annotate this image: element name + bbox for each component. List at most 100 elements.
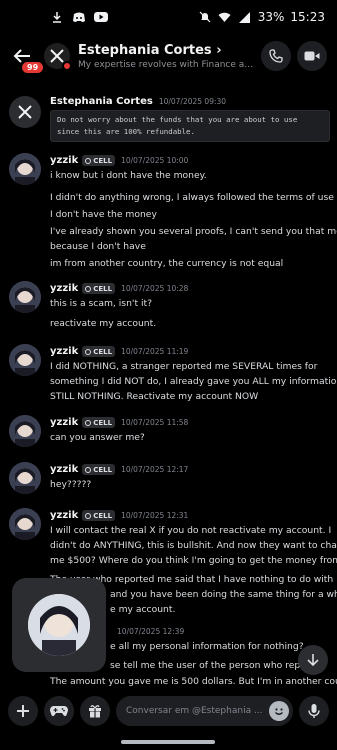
arrow-down-icon xyxy=(307,654,319,667)
message-text: this is a scam, isn't it? xyxy=(50,298,152,309)
user-avatar-image xyxy=(9,415,41,447)
plus-icon xyxy=(17,705,29,717)
message-text: e my account. xyxy=(110,604,176,615)
author-name[interactable]: yzzik xyxy=(50,155,78,166)
code-line: since this are 100% refundable. xyxy=(57,127,195,136)
message-header: yzzik CELL 10/07/2025 10:28 xyxy=(50,283,188,294)
wifi-icon xyxy=(218,11,232,23)
avatar[interactable] xyxy=(9,344,41,376)
video-camera-icon xyxy=(304,51,320,61)
author-name[interactable]: yzzik xyxy=(50,417,78,428)
timestamp: 10/07/2025 09:30 xyxy=(158,97,227,106)
author-name[interactable]: yzzik xyxy=(50,510,78,521)
floating-avatar-bubble[interactable] xyxy=(12,578,106,672)
message-header: 10/07/2025 12:39 xyxy=(115,627,184,636)
tag-icon xyxy=(85,466,92,473)
message-text: I will contact the real X if you do not … xyxy=(50,525,332,536)
download-icon xyxy=(50,11,64,23)
tag-icon xyxy=(85,419,92,426)
user-avatar-image xyxy=(9,344,41,376)
message-text: The amount you gave me is 500 dollars. B… xyxy=(50,676,337,687)
phone-icon xyxy=(269,49,283,63)
battery-level: 33% xyxy=(257,10,285,24)
user-avatar-image xyxy=(9,462,41,494)
smiley-icon xyxy=(275,708,283,715)
message-text: STILL NOTHING. Reactivate my account NOW xyxy=(50,391,259,402)
status-indicator xyxy=(62,61,72,71)
message-header: Estephania Cortes 10/07/2025 09:30 xyxy=(50,96,226,107)
timestamp: 10/07/2025 10:28 xyxy=(121,284,189,293)
emoji-button[interactable] xyxy=(269,701,289,721)
message-text: me $500? Where do you think I'm going to… xyxy=(50,555,337,566)
tag-icon xyxy=(85,512,92,519)
message-text: didn't do ANYTHING, this is bullshit. An… xyxy=(50,540,337,551)
gamepad-icon xyxy=(50,706,68,717)
avatar[interactable] xyxy=(9,153,41,185)
avatar[interactable] xyxy=(9,508,41,540)
server-tag: CELL xyxy=(82,155,116,166)
message-text: can you answer me? xyxy=(50,432,145,443)
user-avatar-image xyxy=(9,281,41,313)
author-name[interactable]: yzzik xyxy=(50,464,78,475)
avatar[interactable] xyxy=(9,415,41,447)
user-avatar-image xyxy=(9,508,41,540)
server-tag: CELL xyxy=(82,510,116,521)
message-text: something I did NOT do, I already gave y… xyxy=(50,376,337,387)
message-text: im from another country, the currency is… xyxy=(50,258,284,269)
avatar[interactable] xyxy=(44,43,72,71)
message-header: yzzik CELL 10/07/2025 12:31 xyxy=(50,510,188,521)
status-bar: 33% 15:23 xyxy=(0,0,337,34)
author-name[interactable]: yzzik xyxy=(50,346,78,357)
back-button[interactable]: 99 xyxy=(10,44,46,75)
unread-badge: 99 xyxy=(20,60,46,75)
avatar[interactable] xyxy=(9,281,41,313)
clock: 15:23 xyxy=(290,10,325,24)
activities-button[interactable] xyxy=(44,696,74,726)
microphone-icon xyxy=(308,704,320,718)
server-tag: CELL xyxy=(82,346,116,357)
avatar[interactable] xyxy=(9,462,41,494)
message-header: yzzik CELL 10/07/2025 10:00 xyxy=(50,155,188,166)
jump-to-bottom-button[interactable] xyxy=(298,645,328,675)
message-text: hey????? xyxy=(50,479,92,490)
message-text: I didn't do anything wrong, I always fol… xyxy=(50,192,334,203)
message-text: I don't have the money xyxy=(50,209,157,220)
timestamp: 10/07/2025 11:19 xyxy=(121,347,189,356)
avatar xyxy=(28,594,90,656)
message-input[interactable]: Conversar em @Estephania ... xyxy=(116,696,293,726)
message-header: yzzik CELL 10/07/2025 12:17 xyxy=(50,464,188,475)
author-name[interactable]: Estephania Cortes xyxy=(50,96,153,107)
signal-icon xyxy=(238,11,252,23)
message-text: I did NOTHING, a stranger reported me SE… xyxy=(50,361,318,372)
message-group: Estephania Cortes 10/07/2025 09:30 Do no… xyxy=(0,92,337,152)
message-text: i know but i dont have the money. xyxy=(50,170,207,181)
message-header: yzzik CELL 10/07/2025 11:58 xyxy=(50,417,188,428)
tag-icon xyxy=(85,348,92,355)
youtube-icon xyxy=(94,11,108,23)
x-logo-icon xyxy=(18,105,32,119)
timestamp: 10/07/2025 12:31 xyxy=(121,511,189,520)
video-call-button[interactable] xyxy=(297,41,327,71)
voice-message-button[interactable] xyxy=(299,696,329,726)
message-header: yzzik CELL 10/07/2025 11:19 xyxy=(50,346,188,357)
voice-call-button[interactable] xyxy=(261,41,291,71)
tag-icon xyxy=(85,157,92,164)
tag-icon xyxy=(85,285,92,292)
gift-button[interactable] xyxy=(80,696,110,726)
message-text: and you have been doing the same thing f… xyxy=(110,589,337,600)
code-block: Do not worry about the funds that you ar… xyxy=(50,110,330,142)
mute-icon xyxy=(198,11,212,23)
code-line: Do not worry about the funds that you ar… xyxy=(57,115,298,124)
channel-header: 99 Estephania Cortes › My expertise revo… xyxy=(0,34,337,78)
home-indicator[interactable] xyxy=(121,740,215,744)
timestamp: 10/07/2025 12:17 xyxy=(121,465,189,474)
add-attachment-button[interactable] xyxy=(8,696,38,726)
chevron-right-icon: › xyxy=(216,42,222,58)
user-avatar-image xyxy=(28,594,90,656)
author-name[interactable]: yzzik xyxy=(50,283,78,294)
header-title-block[interactable]: Estephania Cortes › My expertise revolve… xyxy=(78,43,255,70)
page-title: Estephania Cortes › xyxy=(78,42,222,58)
avatar[interactable] xyxy=(9,96,41,128)
message-input-placeholder: Conversar em @Estephania ... xyxy=(126,706,263,716)
message-composer: Conversar em @Estephania ... xyxy=(0,690,337,732)
